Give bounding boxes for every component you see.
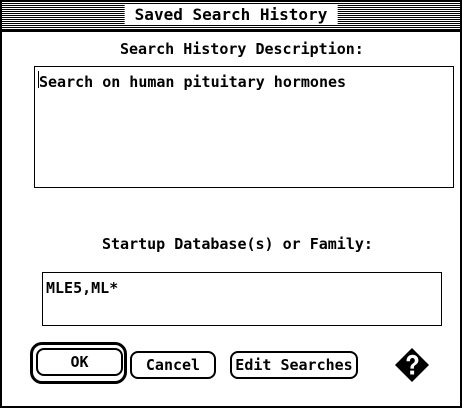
description-field[interactable]: Search on human pituitary hormones <box>34 66 454 188</box>
startup-label: Startup Database(s) or Family: <box>102 235 373 253</box>
help-diamond-icon[interactable] <box>394 347 430 383</box>
title-bar[interactable]: Saved Search History <box>2 2 460 32</box>
description-label: Search History Description: <box>120 40 364 58</box>
description-text: Search on human pituitary hormones <box>39 73 347 91</box>
ok-button[interactable]: OK <box>36 348 123 376</box>
saved-search-history-dialog: Saved Search History Search History Desc… <box>0 0 462 408</box>
startup-database-field[interactable]: MLE5,ML* <box>42 272 442 326</box>
window-title: Saved Search History <box>124 4 338 25</box>
edit-searches-button[interactable]: Edit Searches <box>230 351 358 379</box>
cancel-button[interactable]: Cancel <box>130 351 216 379</box>
startup-database-text: MLE5,ML* <box>46 279 119 297</box>
